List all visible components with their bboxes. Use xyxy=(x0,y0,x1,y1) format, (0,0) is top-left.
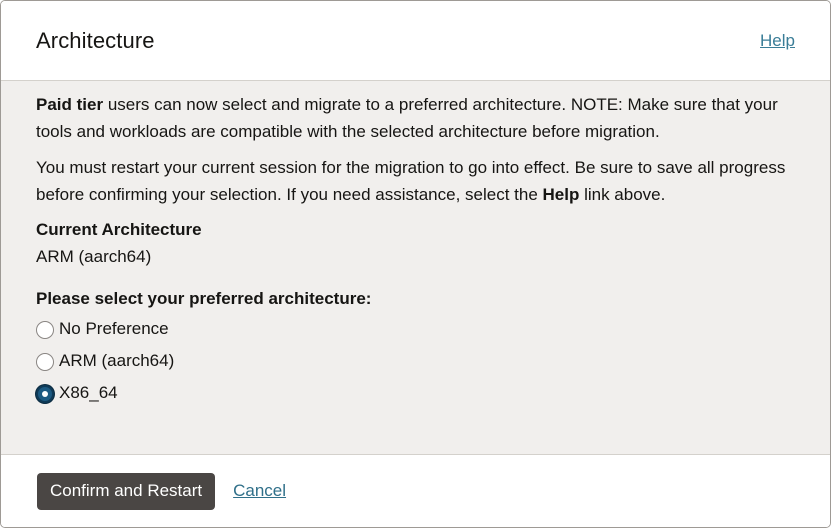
dialog-body: Paid tier users can now select and migra… xyxy=(1,81,830,454)
radio-button-unchecked[interactable] xyxy=(36,321,54,339)
radio-option-x86[interactable]: X86_64 xyxy=(36,376,795,408)
current-architecture-label: Current Architecture xyxy=(36,220,202,239)
radio-button-checked[interactable] xyxy=(36,385,54,403)
restart-text-a: You must restart your current session fo… xyxy=(36,158,786,204)
architecture-dialog: Architecture Help Paid tier users can no… xyxy=(0,0,831,528)
radio-option-arm[interactable]: ARM (aarch64) xyxy=(36,344,795,376)
restart-notice: You must restart your current session fo… xyxy=(36,154,795,208)
dialog-header: Architecture Help xyxy=(1,1,830,81)
confirm-and-restart-button[interactable]: Confirm and Restart xyxy=(37,472,216,510)
dialog-title: Architecture xyxy=(36,27,155,53)
paid-tier-notice: Paid tier users can now select and migra… xyxy=(36,91,795,145)
restart-text-b: link above. xyxy=(579,185,666,204)
radio-label-arm: ARM (aarch64) xyxy=(59,350,175,370)
help-link[interactable]: Help xyxy=(760,31,795,51)
radio-label-no-preference: No Preference xyxy=(59,318,169,338)
preferred-architecture-label: Please select your preferred architectur… xyxy=(36,289,372,308)
radio-button-unchecked[interactable] xyxy=(36,353,54,371)
paid-tier-bold: Paid tier xyxy=(36,95,104,114)
restart-help-bold: Help xyxy=(542,185,580,204)
architecture-radio-group: No Preference ARM (aarch64) X86_64 xyxy=(36,312,795,408)
radio-label-x86: X86_64 xyxy=(59,382,118,402)
current-architecture-value: ARM (aarch64) xyxy=(36,247,152,266)
cancel-link[interactable]: Cancel xyxy=(233,481,286,501)
paid-tier-text: users can now select and migrate to a pr… xyxy=(36,95,778,141)
dialog-footer: Confirm and Restart Cancel xyxy=(1,454,830,527)
radio-option-no-preference[interactable]: No Preference xyxy=(36,312,795,344)
